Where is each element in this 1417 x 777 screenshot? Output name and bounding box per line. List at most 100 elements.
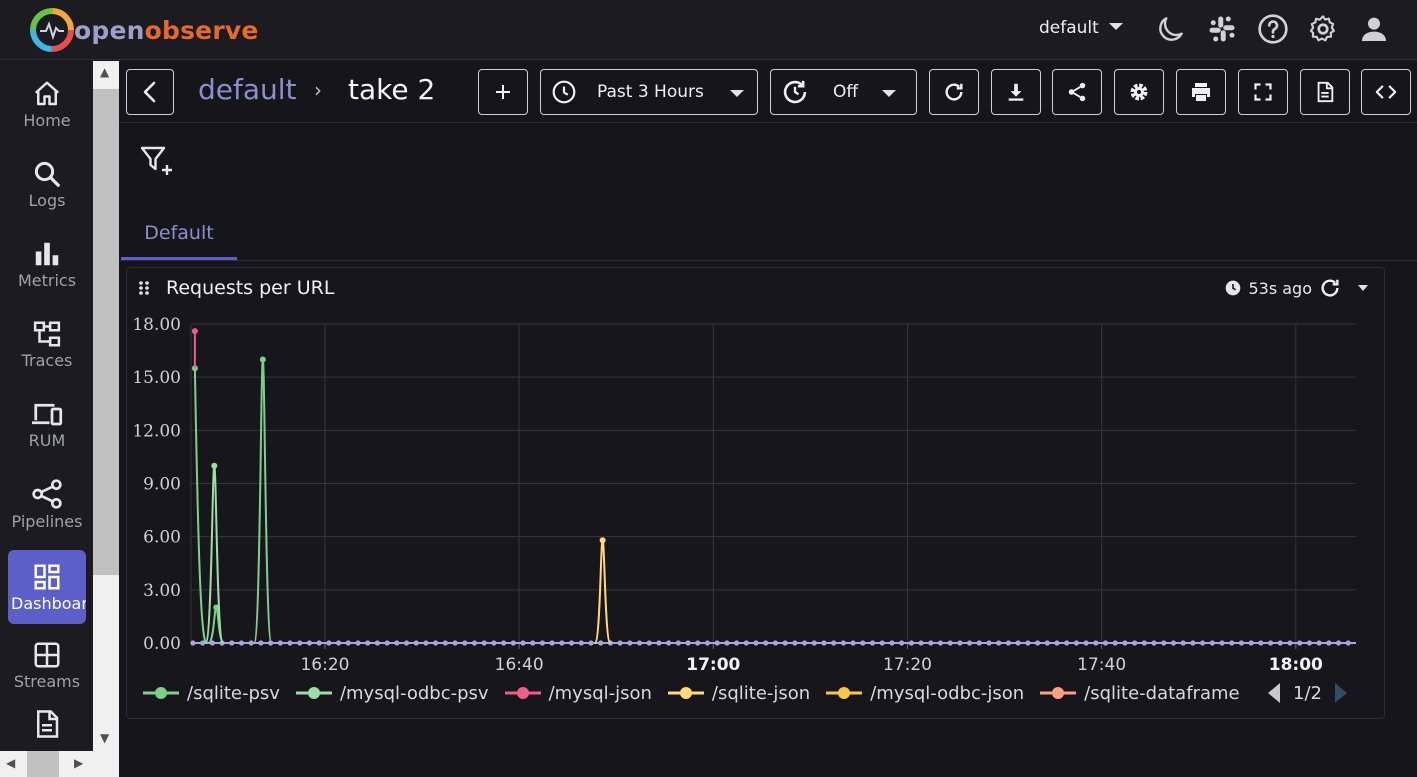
data-point xyxy=(403,640,410,646)
tab-default[interactable]: Default xyxy=(121,218,237,260)
legend-item[interactable]: /sqlite-json xyxy=(667,683,810,704)
download-button[interactable] xyxy=(991,69,1041,115)
fullscreen-button[interactable] xyxy=(1238,69,1288,115)
legend-item[interactable]: /mysql-odbc-psv xyxy=(295,683,489,704)
time-range-picker[interactable]: Past 3 Hours xyxy=(540,69,758,115)
sidebar-item-streams[interactable]: Streams xyxy=(8,628,86,702)
sidebar-scrollbar[interactable]: ▲ ▼ xyxy=(93,61,119,777)
chevron-right-icon[interactable]: ▶ xyxy=(74,756,83,770)
sidebar-item-traces[interactable]: Traces xyxy=(8,307,86,381)
sidebar-item-pipelines[interactable]: Pipelines xyxy=(8,467,86,541)
brand-part-open: open xyxy=(74,15,145,45)
clock-icon xyxy=(552,80,576,104)
user-icon[interactable] xyxy=(1357,12,1391,46)
settings-button[interactable] xyxy=(1114,69,1164,115)
chevron-down-icon[interactable] xyxy=(1358,285,1368,291)
data-point xyxy=(335,640,342,646)
gear-icon xyxy=(1130,83,1148,101)
data-point xyxy=(1064,640,1070,646)
data-point xyxy=(1200,640,1206,646)
clock-icon xyxy=(1226,280,1241,296)
legend-item[interactable]: /mysql-odbc-json xyxy=(826,683,1024,704)
scroll-thumb[interactable] xyxy=(93,89,119,575)
legend-item[interactable]: /sqlite-dataframe xyxy=(1040,683,1240,704)
legend-item[interactable]: /sqlite-psv xyxy=(143,683,280,704)
dashboard-main: default › take 2 Past 3 Hours Off Defaul… xyxy=(119,61,1417,777)
series-line xyxy=(193,368,208,644)
y-tick-label: 15.00 xyxy=(132,368,181,388)
data-point xyxy=(578,640,584,646)
auto-refresh-selector[interactable]: Off xyxy=(770,69,917,115)
legend-label: /mysql-json xyxy=(548,682,652,704)
data-point xyxy=(1054,640,1060,646)
share-nodes-icon xyxy=(32,478,62,509)
data-point xyxy=(1102,640,1109,646)
chevron-left-icon[interactable] xyxy=(1267,682,1281,704)
home-icon xyxy=(34,81,60,105)
org-selector[interactable]: default xyxy=(1039,18,1123,38)
data-point xyxy=(947,640,953,646)
data-point xyxy=(1316,640,1322,646)
back-button[interactable] xyxy=(126,69,174,115)
data-point xyxy=(656,640,662,646)
data-point xyxy=(704,640,711,646)
scroll-thumb[interactable] xyxy=(27,751,59,777)
legend-swatch-icon xyxy=(143,687,179,699)
data-point xyxy=(471,640,478,646)
add-panel-button[interactable] xyxy=(478,69,528,115)
data-point xyxy=(1287,640,1293,646)
chart-panel: Requests per URL 53s ago 0.00 3.00 6.00 9.0… xyxy=(126,267,1385,719)
json-editor-button[interactable] xyxy=(1361,69,1411,115)
line-chart[interactable]: 0.00 3.00 6.00 9.00 12.00 15.00 18.00 16:20 16:4… xyxy=(127,304,1384,684)
refresh-icon[interactable] xyxy=(1319,277,1341,299)
data-point xyxy=(287,640,293,646)
data-point xyxy=(200,640,206,646)
help-icon[interactable] xyxy=(1256,12,1290,46)
breadcrumb-parent[interactable]: default xyxy=(198,73,297,106)
variables-button[interactable] xyxy=(1300,69,1350,115)
sidebar-item-home[interactable]: Home xyxy=(8,67,86,141)
chevron-down-icon xyxy=(1108,22,1123,30)
data-point xyxy=(374,640,380,646)
sidebar-item-label: Traces xyxy=(21,350,73,370)
data-point xyxy=(442,640,448,646)
chevron-down-icon[interactable]: ▼ xyxy=(100,731,109,745)
drag-handle-icon[interactable] xyxy=(138,280,150,300)
logo-mark-icon xyxy=(30,8,74,52)
data-point xyxy=(1132,640,1138,646)
sidebar-item-label: Pipelines xyxy=(11,511,83,531)
moon-icon[interactable] xyxy=(1154,12,1188,46)
chart-area[interactable]: 0.00 3.00 6.00 9.00 12.00 15.00 18.00 16:20 16:4… xyxy=(127,304,1384,684)
legend-swatch-icon xyxy=(1040,687,1077,699)
add-filter-icon[interactable] xyxy=(140,145,176,181)
chevron-right-icon[interactable] xyxy=(1334,682,1348,704)
data-point xyxy=(646,640,652,646)
data-point xyxy=(297,640,303,646)
sidebar-item-dashboards[interactable]: Dashboards xyxy=(8,550,86,624)
sidebar-item-logs[interactable]: Logs xyxy=(8,147,86,221)
refresh-button[interactable] xyxy=(929,69,979,115)
data-point xyxy=(588,640,594,646)
legend-item[interactable]: /mysql-json xyxy=(504,682,652,704)
data-point xyxy=(685,640,691,646)
logo[interactable]: openobserve xyxy=(28,6,259,54)
sidebar-item-label: Dashboards xyxy=(11,593,86,613)
data-point xyxy=(1258,640,1264,646)
document-icon xyxy=(1317,81,1334,103)
data-point xyxy=(1267,640,1274,646)
data-point xyxy=(1170,640,1177,646)
sidebar-item-rum[interactable]: RUM xyxy=(8,387,86,461)
chevron-up-icon[interactable]: ▲ xyxy=(100,65,109,79)
slack-icon[interactable] xyxy=(1205,12,1239,46)
gear-icon[interactable] xyxy=(1306,12,1340,46)
horizontal-scrollbar[interactable]: ◀ ▶ xyxy=(0,751,119,777)
data-point xyxy=(889,640,895,646)
data-point xyxy=(1122,640,1128,646)
series-line xyxy=(253,358,273,644)
print-button[interactable] xyxy=(1176,69,1226,115)
chevron-left-icon[interactable]: ◀ xyxy=(6,756,15,770)
legend-pager: 1/2 xyxy=(1267,682,1348,704)
data-point xyxy=(229,640,235,646)
share-button[interactable] xyxy=(1052,69,1102,115)
sidebar-item-metrics[interactable]: Metrics xyxy=(8,227,86,301)
